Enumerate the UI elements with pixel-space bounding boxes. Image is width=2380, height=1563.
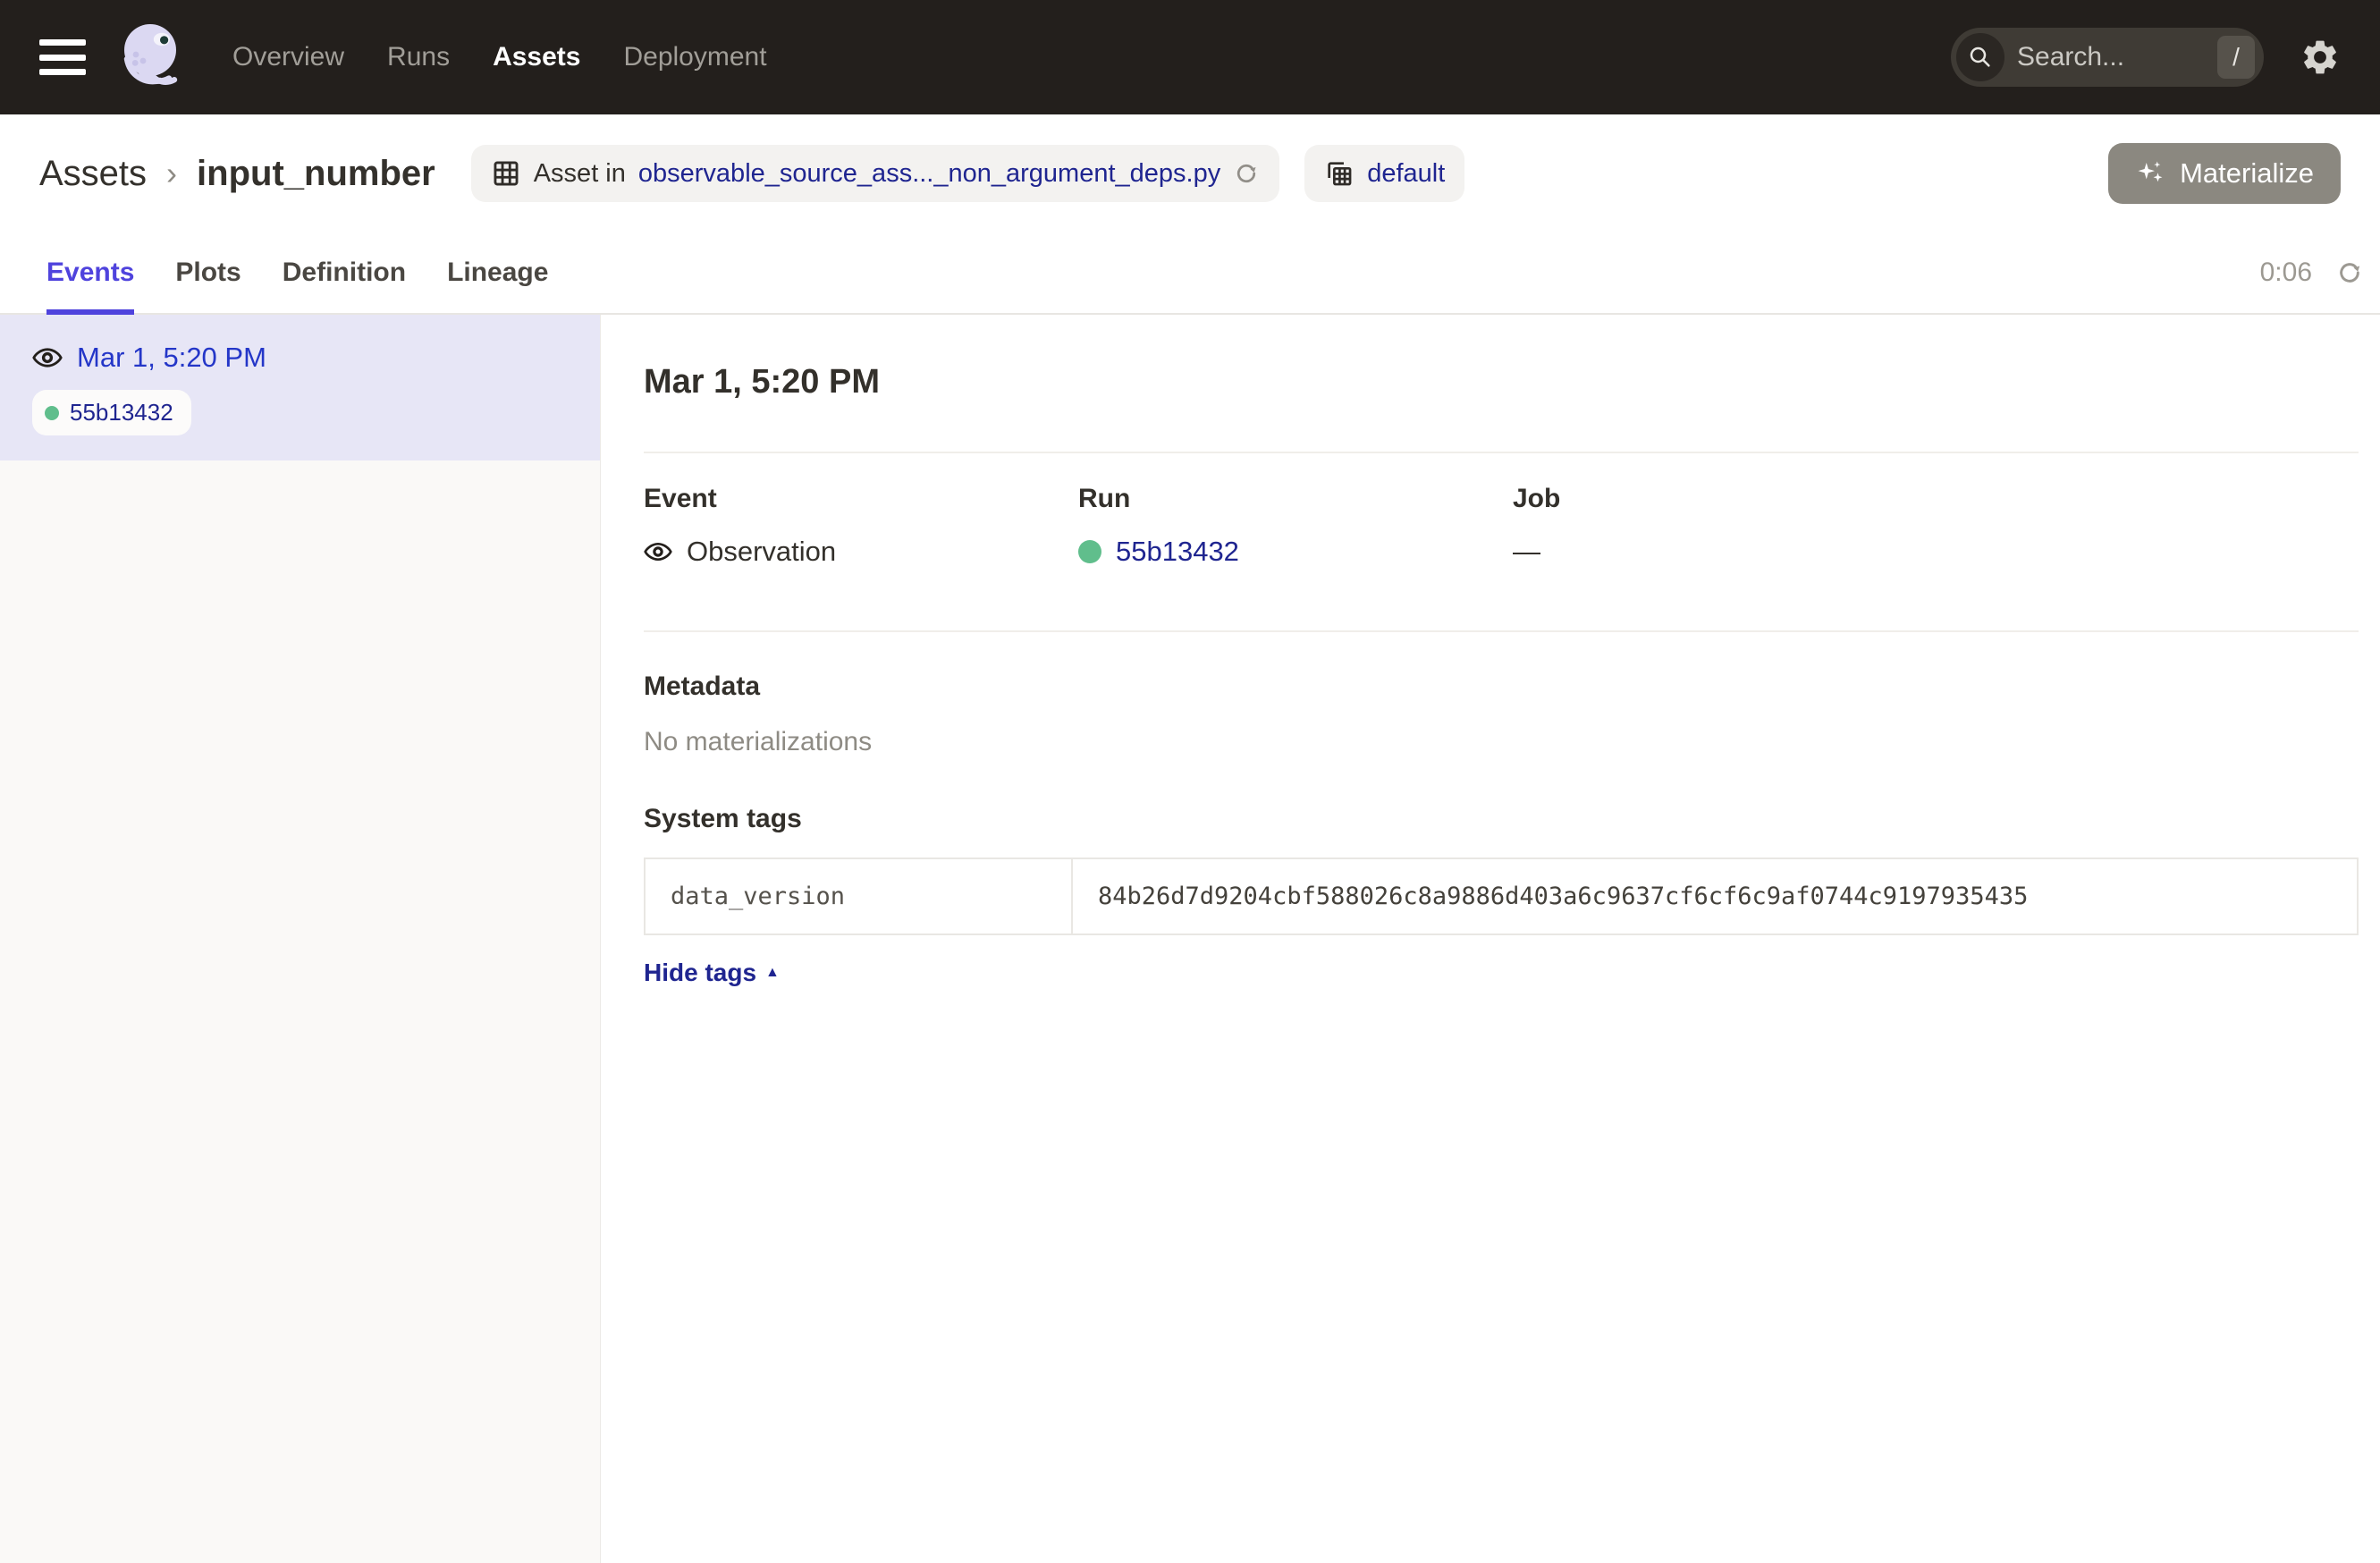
run-status-dot (1078, 540, 1101, 563)
reload-definition-icon[interactable] (1233, 160, 1260, 187)
tag-key-cell: data_version (646, 859, 1073, 934)
refresh-icon[interactable] (2335, 258, 2364, 287)
materialize-button[interactable]: Materialize (2108, 143, 2341, 204)
primary-nav: Overview Runs Assets Deployment (232, 42, 767, 72)
caret-up-icon: ▲ (765, 965, 780, 981)
system-tags-heading: System tags (644, 804, 2359, 834)
events-content: Mar 1, 5:20 PM 55b13432 Mar 1, 5:20 PM E… (0, 315, 2380, 1563)
hide-tags-link[interactable]: Hide tags ▲ (644, 959, 780, 987)
repo-grid-icon (1324, 158, 1355, 189)
search-input[interactable] (2004, 42, 2217, 72)
event-list-item[interactable]: Mar 1, 5:20 PM 55b13432 (0, 315, 600, 460)
run-column-label: Run (1078, 484, 1513, 514)
asset-tabs-bar: Events Plots Definition Lineage 0:06 (0, 232, 2380, 315)
asset-definition-chip: Asset in observable_source_ass..._non_ar… (471, 145, 1280, 202)
code-location-chip[interactable]: default (1304, 145, 1464, 202)
run-id-text: 55b13432 (70, 399, 173, 427)
top-navigation-bar: Overview Runs Assets Deployment / (0, 0, 2380, 114)
tag-value-cell: 84b26d7d9204cbf588026c8a9886d403a6c9637c… (1073, 859, 2357, 934)
materialize-label: Materialize (2180, 157, 2314, 190)
event-summary-columns: Event Observation Run 55b13432 Job (644, 484, 2359, 568)
divider (644, 452, 2359, 453)
asset-header: Assets › input_number Asset in observabl… (0, 114, 2380, 232)
run-link[interactable]: 55b13432 (1116, 536, 1239, 568)
asset-tabs: Events Plots Definition Lineage (46, 232, 548, 313)
search-icon (1956, 33, 2004, 81)
nav-item-assets[interactable]: Assets (493, 42, 580, 72)
breadcrumb-chevron-icon: › (166, 155, 177, 192)
search-box[interactable]: / (1951, 28, 2264, 87)
settings-gear-icon[interactable] (2300, 37, 2341, 78)
sparkle-icon (2135, 158, 2165, 189)
hide-tags-label: Hide tags (644, 959, 756, 987)
tab-definition[interactable]: Definition (283, 232, 406, 313)
event-column-label: Event (644, 484, 1078, 514)
code-location-link[interactable]: default (1367, 159, 1445, 189)
asset-chip-prefix: Asset in (534, 159, 626, 189)
tab-events[interactable]: Events (46, 232, 134, 313)
refresh-countdown: 0:06 (2260, 258, 2312, 288)
event-timestamp: Mar 1, 5:20 PM (77, 342, 266, 374)
metadata-heading: Metadata (644, 672, 2359, 702)
run-id-badge[interactable]: 55b13432 (32, 390, 191, 435)
hamburger-menu-icon[interactable] (39, 39, 86, 75)
dagster-logo-icon[interactable] (111, 14, 197, 100)
asset-file-link[interactable]: observable_source_ass..._non_argument_de… (638, 159, 1220, 189)
asset-grid-icon (491, 158, 521, 189)
job-column-label: Job (1513, 484, 1947, 514)
observation-eye-icon (32, 342, 63, 373)
observation-eye-icon (644, 537, 672, 566)
event-list-sidebar: Mar 1, 5:20 PM 55b13432 (0, 315, 601, 1563)
run-status-dot (45, 406, 59, 420)
search-shortcut-badge: / (2217, 36, 2255, 79)
event-detail-title: Mar 1, 5:20 PM (644, 363, 2359, 401)
event-detail-panel: Mar 1, 5:20 PM Event Observation Run 55b… (601, 315, 2380, 1563)
nav-item-runs[interactable]: Runs (387, 42, 450, 72)
event-type-value: Observation (687, 536, 836, 568)
nav-item-deployment[interactable]: Deployment (623, 42, 766, 72)
job-empty-value: — (1513, 536, 1540, 568)
page-title: input_number (197, 154, 435, 194)
breadcrumb-assets-link[interactable]: Assets (39, 154, 147, 194)
tab-plots[interactable]: Plots (175, 232, 241, 313)
divider (644, 630, 2359, 632)
system-tags-table: data_version 84b26d7d9204cbf588026c8a988… (644, 858, 2359, 935)
nav-item-overview[interactable]: Overview (232, 42, 344, 72)
metadata-empty-text: No materializations (644, 727, 2359, 757)
tab-lineage[interactable]: Lineage (447, 232, 548, 313)
